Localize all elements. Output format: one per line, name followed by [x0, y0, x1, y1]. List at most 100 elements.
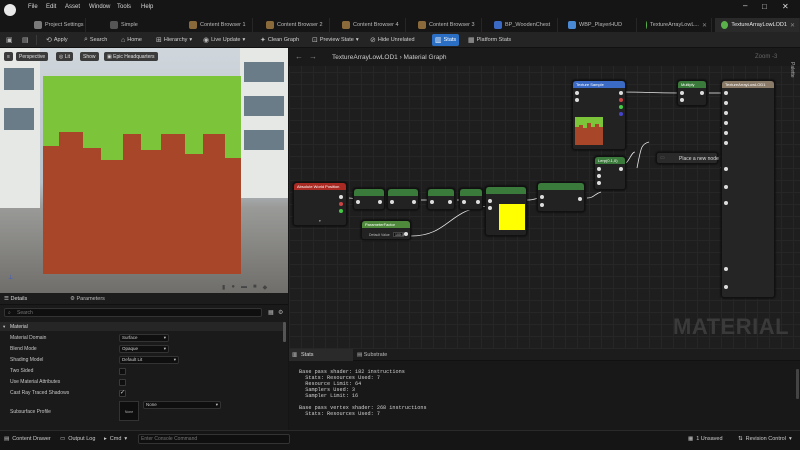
apply-button[interactable]: ⟲ Apply — [46, 34, 68, 46]
output-pin[interactable] — [412, 200, 416, 204]
a-input-pin[interactable] — [597, 167, 601, 171]
input-pin[interactable] — [430, 200, 434, 204]
stats-button[interactable]: ▥ Stats — [432, 34, 460, 46]
details-search-input[interactable] — [17, 309, 257, 316]
output-log-button[interactable]: ▭ Output Log — [60, 436, 95, 442]
details-scrollbar[interactable] — [283, 322, 286, 342]
output-pin-r[interactable] — [339, 202, 343, 206]
input-pin[interactable] — [462, 200, 466, 204]
metallic-pin[interactable] — [724, 101, 728, 105]
teapot-icon[interactable]: ◆ — [263, 284, 268, 291]
unsaved-indicator[interactable]: ▦ 1 Unsaved — [688, 436, 723, 442]
tab-texture-array-low-lod1[interactable]: TextureArrayLowLOD1 ✕ — [715, 18, 800, 32]
subsurface-profile-dropdown[interactable]: None — [143, 401, 221, 409]
a-input-pin[interactable] — [680, 91, 684, 95]
tab-content-browser-2[interactable]: Content Browser 2 — [260, 18, 330, 32]
material-graph-canvas[interactable]: ← → TextureArrayLowLOD1 › Material Graph… — [289, 48, 800, 349]
tab-bp-wooden-chest[interactable]: BP_WoodenChest — [488, 18, 558, 32]
details-search-box[interactable]: ⌕ — [4, 308, 262, 317]
close-tab-icon[interactable]: ✕ — [790, 22, 795, 29]
output-pin[interactable] — [578, 197, 582, 201]
node-floor[interactable] — [427, 188, 455, 210]
output-pin[interactable] — [448, 200, 452, 204]
b-output-pin[interactable] — [619, 112, 623, 116]
shading-model-dropdown[interactable]: Default Lit — [119, 356, 179, 364]
viewport-options-button[interactable]: ≡ — [4, 52, 13, 61]
material-domain-dropdown[interactable]: Surface — [119, 334, 169, 342]
tab-content-browser-3[interactable]: Content Browser 3 — [412, 18, 482, 32]
ambient-occlusion-pin[interactable] — [724, 267, 728, 271]
pixel-depth-offset-pin[interactable] — [724, 285, 728, 289]
alpha-input-pin[interactable] — [597, 181, 601, 185]
specular-pin[interactable] — [724, 111, 728, 115]
minimize-icon[interactable]: – — [743, 1, 747, 10]
node-preview-output[interactable] — [485, 186, 527, 236]
tab-content-browser-4[interactable]: Content Browser 4 — [336, 18, 406, 32]
node-frac[interactable] — [459, 188, 483, 210]
browse-folder-icon[interactable]: ▤ — [22, 34, 29, 46]
node-absolute-world-position[interactable]: Absolute World Position ▾ — [293, 182, 347, 226]
node-parameter-factor[interactable]: ParameterFactor Default Value 100.0 — [361, 220, 411, 240]
b-input-pin[interactable] — [597, 174, 601, 178]
cmd-dropdown[interactable]: ▸ Cmd ▾ — [104, 436, 127, 442]
content-drawer-button[interactable]: ▤ Content Drawer — [4, 436, 51, 442]
tex-input-pin[interactable] — [575, 98, 579, 102]
search-button[interactable]: ⌕ Search — [84, 34, 107, 46]
node-texture-sample[interactable]: Texture Sample — [572, 80, 626, 150]
tab-texture-array-low[interactable]: TextureArrayLowL... ✕ — [640, 18, 712, 32]
input-pin[interactable] — [356, 200, 360, 204]
two-sided-checkbox[interactable] — [119, 368, 126, 375]
tab-wbp-player-hud[interactable]: WBP_PlayerHUD — [562, 18, 637, 32]
menu-edit[interactable]: Edit — [46, 4, 56, 10]
tangent-pin[interactable] — [724, 185, 728, 189]
node-material-result[interactable]: TextureArrayLowLOD1 — [721, 80, 775, 298]
output-pin[interactable] — [700, 91, 704, 95]
cylinder-icon[interactable]: ▮ — [222, 284, 225, 291]
roughness-pin[interactable] — [724, 121, 728, 125]
perspective-button[interactable]: Perspective — [16, 52, 49, 61]
emissive-color-pin[interactable] — [724, 141, 728, 145]
normal-pin[interactable] — [724, 167, 728, 171]
r-output-pin[interactable] — [619, 98, 623, 102]
blend-mode-dropdown[interactable]: Opaque — [119, 345, 169, 353]
hide-unrelated-button[interactable]: ⊘ Hide Unrelated — [370, 34, 415, 46]
maximize-icon[interactable]: □ — [762, 2, 767, 11]
node-lerp[interactable]: Lerp(0.1,0) — [594, 156, 626, 190]
tab-stats[interactable]: ▥ Stats — [289, 349, 353, 361]
tab-substrate[interactable]: ▤ Substrate — [357, 352, 387, 358]
node-component-mask[interactable] — [353, 188, 385, 210]
simple-level-tab[interactable]: Simple — [104, 18, 184, 32]
close-window-icon[interactable]: ✕ — [782, 2, 789, 11]
material-preview-viewport[interactable]: ≡ Perspective ◎ Lit Show ▣ Epic Headquar… — [0, 48, 288, 293]
node-texture-object[interactable] — [537, 182, 585, 212]
input-pin[interactable] — [390, 200, 394, 204]
unreal-logo-icon[interactable] — [4, 4, 16, 16]
platform-stats-button[interactable]: ▦ Platform Stats — [468, 34, 511, 46]
anisotropy-pin[interactable] — [724, 131, 728, 135]
close-tab-icon[interactable]: ✕ — [702, 22, 707, 29]
rgb-output-pin[interactable] — [619, 91, 623, 95]
output-pin[interactable] — [404, 232, 408, 236]
expand-chevron-icon[interactable]: ▾ — [319, 219, 321, 223]
menu-window[interactable]: Window — [89, 4, 110, 10]
output-pin[interactable] — [378, 200, 382, 204]
console-input[interactable] — [141, 435, 287, 443]
b-input-pin[interactable] — [680, 98, 684, 102]
preview-state-button[interactable]: ⊡ Preview State ▾ — [312, 34, 359, 46]
hierarchy-button[interactable]: ⊞ Hierarchy ▾ — [156, 34, 192, 46]
tab-parameters[interactable]: ⚙ Parameters — [70, 296, 105, 302]
input-pin[interactable] — [488, 206, 492, 210]
input-pin[interactable] — [540, 203, 544, 207]
material-section-header[interactable]: ▾ Material — [0, 322, 284, 331]
node-divide[interactable] — [387, 188, 419, 210]
place-new-node-hint[interactable]: ▭ Place a new node — [656, 152, 719, 164]
uvs-input-pin[interactable] — [575, 91, 579, 95]
revision-control-button[interactable]: ⇅ Revision Control ▾ — [738, 436, 792, 442]
live-update-button[interactable]: ◉ Live Update ▾ — [203, 34, 245, 46]
input-pin[interactable] — [540, 195, 544, 199]
input-pin[interactable] — [488, 199, 492, 203]
tab-details[interactable]: ☰ Details — [4, 296, 27, 302]
lit-mode-button[interactable]: ◎ Lit — [56, 52, 74, 61]
show-button[interactable]: Show — [80, 52, 99, 61]
g-output-pin[interactable] — [619, 105, 623, 109]
